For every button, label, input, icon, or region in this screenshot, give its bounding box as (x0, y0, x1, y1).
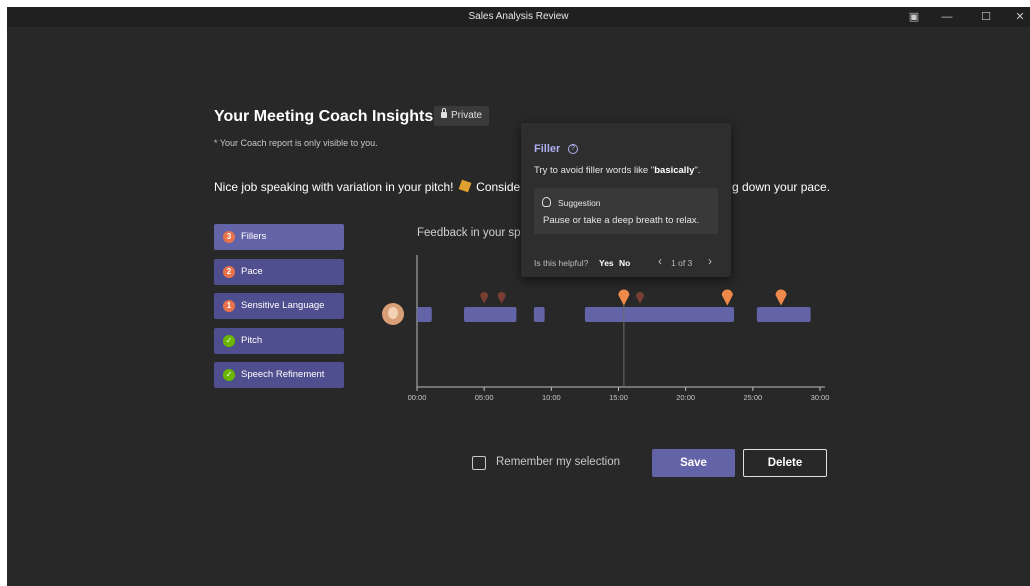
category-label: Pitch (241, 335, 263, 346)
close-icon[interactable]: ✕ (1005, 7, 1030, 27)
category-chip-pace[interactable]: 2 Pace (214, 259, 344, 285)
check-icon: ✓ (223, 369, 235, 381)
remember-checkbox[interactable] (472, 456, 486, 470)
speech-segment (464, 307, 517, 322)
title-bar: Sales Analysis Review ▣ — ☐ ✕ (7, 7, 1030, 27)
lock-icon (441, 108, 447, 118)
filler-popup: Filler ? Try to avoid filler words like … (521, 123, 731, 277)
marker-icon (721, 289, 733, 306)
x-tick-label: 20:00 (676, 393, 695, 402)
yes-button[interactable]: Yes (599, 258, 614, 268)
helpful-label: Is this helpful? (534, 258, 589, 268)
save-button[interactable]: Save (652, 449, 735, 477)
category-label: Fillers (241, 231, 267, 242)
category-chip-fillers[interactable]: 3 Fillers (214, 224, 344, 250)
suggestion-box: Suggestion Pause or take a deep breath t… (534, 188, 718, 234)
party-icon (458, 179, 472, 193)
category-label: Pace (241, 266, 263, 277)
summary-end: g down your pace. (732, 180, 831, 194)
category-label: Sensitive Language (241, 300, 325, 311)
marker-dim-icon (480, 292, 489, 304)
maximize-icon[interactable]: ☐ (971, 7, 1001, 27)
x-tick-label: 30:00 (811, 393, 830, 402)
private-badge: Private (434, 106, 489, 126)
summary-text: Nice job speaking with variation in your… (214, 179, 521, 194)
private-label: Private (451, 110, 483, 121)
popup-body-word: basically (654, 165, 695, 176)
x-tick-label: 25:00 (743, 393, 762, 402)
page-title: Your Meeting Coach Insights (214, 108, 434, 125)
speech-segment (756, 307, 811, 322)
check-icon: ✓ (223, 335, 235, 347)
summary-mid: Conside (476, 180, 521, 194)
marker-dim-icon (497, 292, 506, 304)
speech-segment (417, 307, 432, 322)
privacy-note: * Your Coach report is only visible to y… (214, 138, 378, 148)
marker-icon (775, 289, 787, 306)
marker-icon (618, 289, 630, 306)
pager-text: 1 of 3 (671, 258, 693, 268)
chevron-right-icon[interactable]: › (704, 254, 716, 268)
app-window: Sales Analysis Review ▣ — ☐ ✕ Your Meeti… (7, 7, 1030, 586)
popup-title: Filler (534, 143, 561, 155)
summary-start: Nice job speaking with variation in your… (214, 180, 454, 194)
count-badge: 3 (223, 231, 235, 243)
remember-label: Remember my selection (496, 456, 620, 468)
suggestion-text: Pause or take a deep breath to relax. (543, 215, 700, 226)
category-chip-sensitive-language[interactable]: 1 Sensitive Language (214, 293, 344, 319)
count-badge: 1 (223, 300, 235, 312)
suggestion-label: Suggestion (558, 198, 601, 208)
speech-segment (584, 307, 735, 322)
popup-body: Try to avoid filler words like "basicall… (534, 165, 700, 176)
category-chip-pitch[interactable]: ✓ Pitch (214, 328, 344, 354)
popup-body-suffix: ". (694, 165, 701, 176)
count-badge: 2 (223, 266, 235, 278)
timeline-label: Feedback in your sp (417, 227, 521, 239)
x-tick-label: 00:00 (408, 393, 427, 402)
chevron-left-icon[interactable]: ‹ (654, 254, 666, 268)
popup-body-prefix: Try to avoid filler words like " (534, 165, 655, 176)
x-tick-label: 15:00 (609, 393, 628, 402)
window-title: Sales Analysis Review (468, 11, 569, 22)
no-button[interactable]: No (619, 258, 630, 268)
category-label: Speech Refinement (241, 369, 325, 380)
marker-dim-icon (635, 292, 644, 304)
help-icon[interactable]: ? (568, 144, 578, 154)
lightbulb-icon (542, 197, 551, 207)
x-tick-label: 10:00 (542, 393, 561, 402)
minimize-icon[interactable]: — (932, 7, 962, 27)
x-tick-label: 05:00 (475, 393, 494, 402)
category-chip-speech-refinement[interactable]: ✓ Speech Refinement (214, 362, 344, 388)
avatar (382, 303, 404, 325)
speech-segment (533, 307, 545, 322)
delete-button[interactable]: Delete (743, 449, 827, 477)
restore-screen-icon[interactable]: ▣ (899, 7, 929, 27)
